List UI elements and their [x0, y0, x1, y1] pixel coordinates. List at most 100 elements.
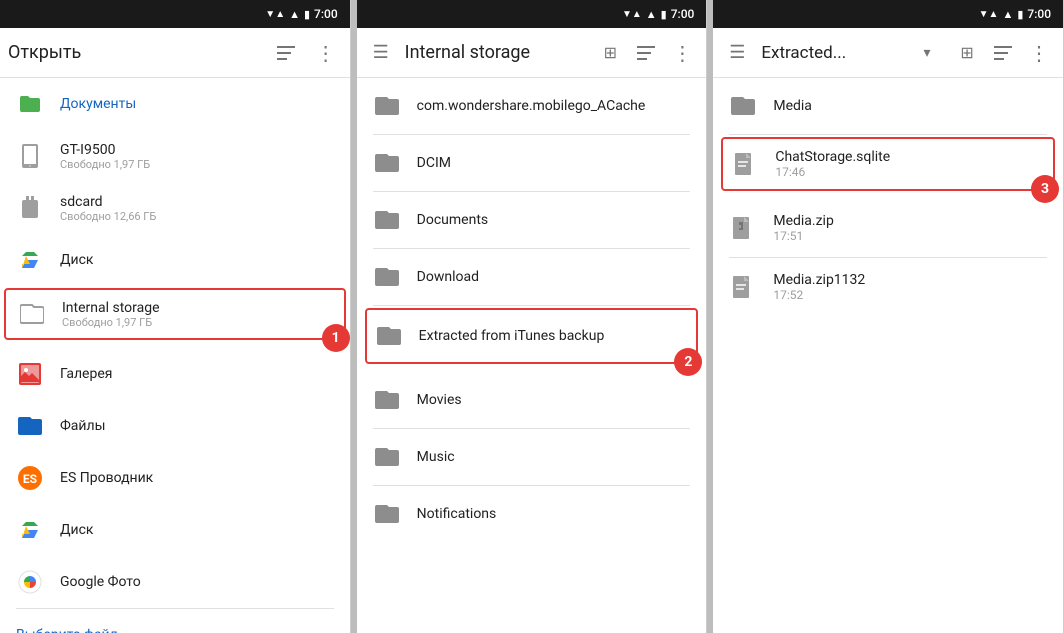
media-folder-name: Media — [773, 98, 812, 114]
folder-green-icon — [16, 90, 44, 118]
internal-sub: Свободно 1,97 ГБ — [62, 316, 160, 329]
app-bar-title-3: Extracted... — [761, 43, 903, 63]
sidebar-item-es[interactable]: ES ES Проводник — [0, 452, 350, 504]
sidebar-item-sdcard[interactable]: sdcard Свободно 12,66 ГБ — [0, 182, 350, 234]
docs-name: Документы — [60, 96, 136, 112]
files-folder-icon — [16, 412, 44, 440]
list-item-download[interactable]: Download — [357, 249, 707, 305]
more-button-3[interactable]: ⋮ — [1023, 37, 1055, 69]
documents-name: Documents — [417, 212, 488, 228]
list-item-media-zip[interactable]: Media.zip 17:51 — [713, 199, 1063, 257]
disk2-name: Диск — [60, 522, 94, 538]
select-text: Выберите файл — [16, 627, 118, 633]
more-button-2[interactable]: ⋮ — [666, 37, 698, 69]
status-time-2: 7:00 — [671, 7, 695, 21]
divider-media — [729, 134, 1047, 135]
es-icon: ES — [16, 464, 44, 492]
menu-button-3[interactable]: ☰ — [721, 37, 753, 69]
app-bar-1: Открыть ⋮ — [0, 28, 350, 78]
sidebar-item-docs[interactable]: Документы — [0, 78, 350, 130]
sidebar-item-gallery[interactable]: Галерея — [0, 348, 350, 400]
panel-2: ▼▲ ▲ ▮ 7:00 ☰ Internal storage ⊞ ⋮ — [357, 0, 708, 633]
status-time-1: 7:00 — [314, 7, 338, 21]
list-item-cache[interactable]: com.wondershare.mobilego_ACache — [357, 78, 707, 134]
file-list-3: Media ChatStorage.sqlite 17:46 3 Media — [713, 78, 1063, 633]
disk1-name: Диск — [60, 252, 94, 268]
toolbar-icons-3: ⊞ ⋮ — [951, 37, 1055, 69]
status-time-3: 7:00 — [1027, 7, 1051, 21]
badge-1: 1 — [322, 324, 350, 352]
panel-3: ▼▲ ▲ ▮ 7:00 ☰ Extracted... ▾ ⊞ ⋮ — [713, 0, 1064, 633]
folder-icon-cache — [373, 92, 401, 120]
status-icons-2: ▼▲ ▲ ▮ 7:00 — [622, 7, 694, 21]
select-name: Выберите файл — [16, 627, 118, 633]
status-bar-1: ▼▲ ▲ ▮ 7:00 — [0, 0, 350, 28]
sort-button-1[interactable] — [270, 37, 302, 69]
list-item-documents[interactable]: Documents — [357, 192, 707, 248]
files-name: Файлы — [60, 418, 105, 434]
gphoto-name: Google Фото — [60, 574, 141, 590]
gallery-name: Галерея — [60, 366, 112, 382]
file-list-2: com.wondershare.mobilego_ACache DCIM Doc… — [357, 78, 707, 633]
folder-icon-media — [729, 92, 757, 120]
download-name: Download — [417, 269, 479, 285]
files-text: Файлы — [60, 418, 105, 434]
more-button-1[interactable]: ⋮ — [310, 37, 342, 69]
list-item-itunes[interactable]: Extracted from iTunes backup — [365, 308, 699, 364]
folder-icon-documents — [373, 206, 401, 234]
gt-text: GT-I9500 Свободно 1,97 ГБ — [60, 142, 150, 171]
divider-download — [373, 305, 691, 306]
app-bar-title-2: Internal storage — [405, 42, 587, 63]
list-item-notifications[interactable]: Notifications — [357, 486, 707, 542]
signal-icon-3: ▼▲ — [979, 9, 999, 20]
disk2-text: Диск — [60, 522, 94, 538]
media-zip1132-text: Media.zip1132 17:52 — [773, 272, 865, 302]
sort-button-3[interactable] — [987, 37, 1019, 69]
chatstorage-text: ChatStorage.sqlite 17:46 — [775, 149, 890, 179]
gt-name: GT-I9500 — [60, 142, 150, 158]
chatstorage-time: 17:46 — [775, 165, 890, 179]
list-item-music[interactable]: Music — [357, 429, 707, 485]
list-item-dcim[interactable]: DCIM — [357, 135, 707, 191]
grid-button-3[interactable]: ⊞ — [951, 37, 983, 69]
sidebar-item-disk1[interactable]: Диск — [0, 234, 350, 286]
sidebar-item-disk2[interactable]: Диск — [0, 504, 350, 556]
gphoto-text: Google Фото — [60, 574, 141, 590]
dropdown-button-3[interactable]: ▾ — [911, 37, 943, 69]
itunes-row: Extracted from iTunes backup 2 — [365, 308, 699, 364]
sidebar-item-gphoto[interactable]: Google Фото — [0, 556, 350, 608]
signal-icon-2: ▼▲ — [622, 9, 642, 20]
es-name: ES Проводник — [60, 470, 153, 486]
chatstorage-name: ChatStorage.sqlite — [775, 149, 890, 165]
toolbar-icons-2: ⊞ ⋮ — [594, 37, 698, 69]
list-item-media-folder[interactable]: Media — [713, 78, 1063, 134]
cache-name: com.wondershare.mobilego_ACache — [417, 98, 646, 114]
status-bar-3: ▼▲ ▲ ▮ 7:00 — [713, 0, 1063, 28]
gallery-text: Галерея — [60, 366, 112, 382]
gallery-icon — [16, 360, 44, 388]
svg-text:ES: ES — [23, 472, 37, 486]
sort-button-2[interactable] — [630, 37, 662, 69]
list-item-movies[interactable]: Movies — [357, 372, 707, 428]
sidebar-item-internal[interactable]: Internal storage Свободно 1,97 ГБ — [4, 288, 346, 340]
itunes-name: Extracted from iTunes backup — [419, 328, 605, 344]
file-icon-chatstorage — [731, 150, 759, 178]
notifications-name: Notifications — [417, 506, 497, 522]
media-zip-text: Media.zip 17:51 — [773, 213, 833, 243]
grid-button-2[interactable]: ⊞ — [594, 37, 626, 69]
folder-icon-dcim — [373, 149, 401, 177]
sidebar-item-gt[interactable]: GT-I9500 Свободно 1,97 ГБ — [0, 130, 350, 182]
list-item-chatstorage[interactable]: ChatStorage.sqlite 17:46 — [721, 137, 1055, 191]
sidebar-item-files[interactable]: Файлы — [0, 400, 350, 452]
sidebar-item-select[interactable]: Выберите файл — [0, 609, 350, 633]
sdcard-text: sdcard Свободно 12,66 ГБ — [60, 194, 156, 223]
status-icons-3: ▼▲ ▲ ▮ 7:00 — [979, 7, 1051, 21]
menu-button-2[interactable]: ☰ — [365, 37, 397, 69]
sdcard-sub: Свободно 12,66 ГБ — [60, 210, 156, 223]
internal-text: Internal storage Свободно 1,97 ГБ — [62, 300, 160, 329]
dcim-name: DCIM — [417, 155, 451, 171]
sidebar-list: Документы GT-I9500 Свободно 1,97 ГБ sdca… — [0, 78, 350, 633]
file-icon-media-zip1132 — [729, 273, 757, 301]
app-bar-2: ☰ Internal storage ⊞ ⋮ — [357, 28, 707, 78]
list-item-media-zip1132[interactable]: Media.zip1132 17:52 — [713, 258, 1063, 316]
